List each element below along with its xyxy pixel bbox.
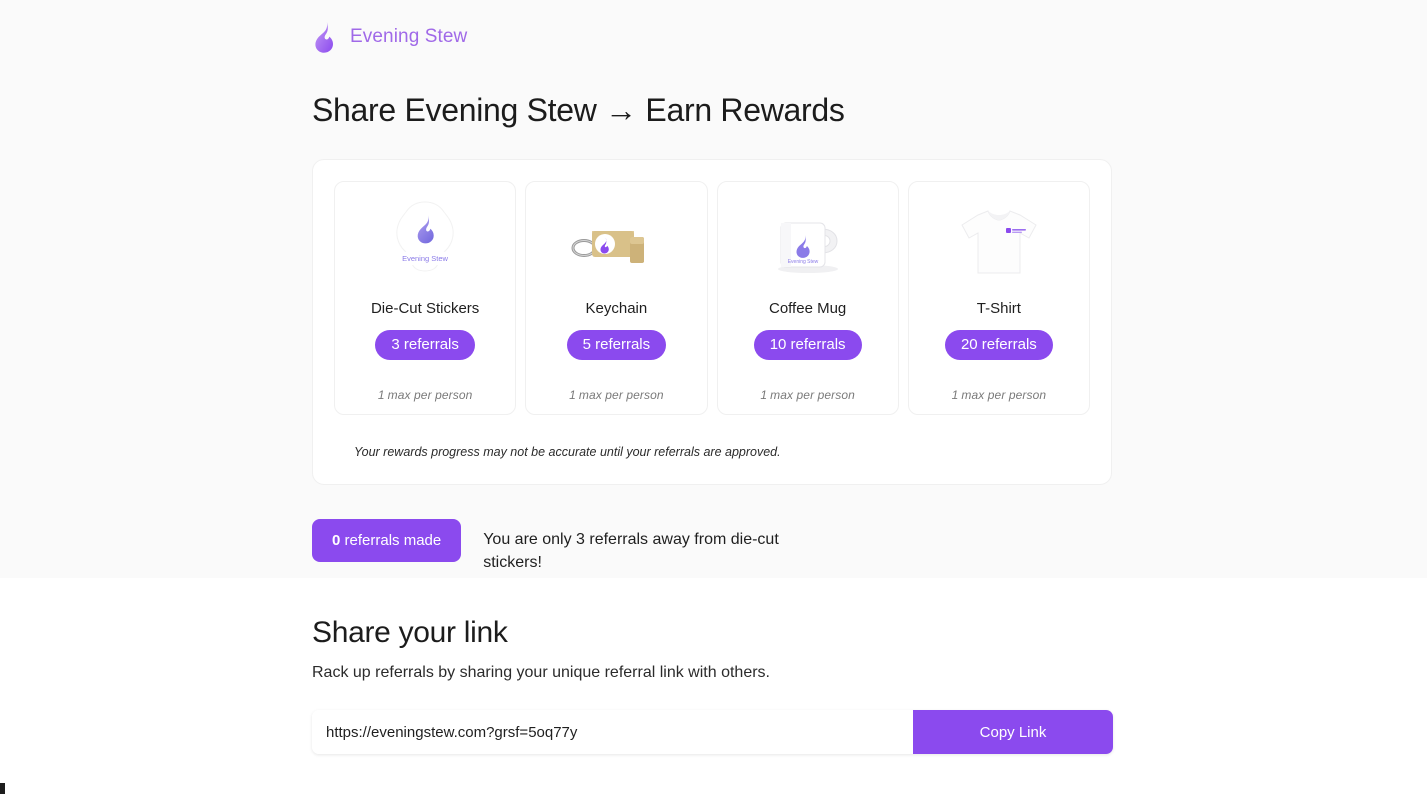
t-shirt-image	[917, 198, 1081, 286]
reward-badge: 5 referrals	[566, 330, 667, 360]
reward-title: Keychain	[585, 300, 648, 317]
referral-progress-row: 0 referrals made You are only 3 referral…	[312, 519, 1112, 574]
reward-title: T-Shirt	[976, 300, 1021, 317]
rewards-disclaimer: Your rewards progress may not be accurat…	[354, 445, 781, 459]
keychain-image	[534, 198, 698, 286]
reward-max-label: max per person	[387, 388, 473, 402]
reward-badge: 10 referrals	[753, 330, 862, 360]
reward-max-label: max per person	[578, 388, 664, 402]
svg-text:Evening Stew: Evening Stew	[787, 259, 818, 265]
reward-max-label: max per person	[770, 388, 855, 402]
reward-max-label: max per person	[961, 388, 1047, 402]
reward-max-count: 1	[569, 388, 576, 402]
reward-max-count: 1	[951, 388, 959, 402]
referral-progress-message: You are only 3 referrals away from die-c…	[483, 531, 779, 572]
share-link-section: Share your link Rack up referrals by sha…	[0, 578, 1427, 754]
copy-link-button[interactable]: Copy Link	[913, 710, 1113, 754]
corner-artifact	[0, 783, 5, 794]
brand-name: Evening Stew	[350, 26, 468, 47]
brand-header: Evening Stew	[312, 14, 1112, 60]
reward-max-count: 1	[760, 388, 768, 402]
reward-max-count: 1	[377, 388, 385, 402]
reward-max-per-person: 1 max per person	[569, 388, 664, 402]
die-cut-sticker-image: Evening Stew	[343, 198, 507, 286]
referrals-made-count: 0	[332, 532, 341, 549]
reward-card-keychain[interactable]: Keychain 5 referrals 1 max per person	[525, 181, 708, 415]
referrals-made-label: referrals made	[344, 532, 442, 549]
rewards-panel: Evening Stew Die-Cut Stickers 3 referral…	[312, 159, 1112, 485]
reward-max-per-person: 1 max per person	[378, 388, 473, 402]
reward-max-per-person: 1 max per person	[760, 388, 855, 402]
share-section-title: Share your link	[312, 616, 508, 649]
reward-badge: 3 referrals	[375, 330, 475, 360]
referrals-made-badge: 0 referrals made	[312, 519, 462, 562]
svg-text:Evening Stew: Evening Stew	[402, 254, 448, 263]
reward-badge: 20 referrals	[944, 330, 1053, 360]
coffee-mug-image: Evening Stew	[726, 198, 890, 286]
reward-card-coffee-mug[interactable]: Evening Stew Coffee Mug 10 referrals 1 ma…	[716, 181, 899, 415]
rewards-section: Evening Stew Share Evening Stew → Earn R…	[0, 0, 1427, 578]
reward-card-die-cut-stickers[interactable]: Evening Stew Die-Cut Stickers 3 referral…	[334, 181, 517, 415]
reward-title: Coffee Mug	[768, 300, 847, 317]
reward-title: Die-Cut Stickers	[370, 300, 480, 317]
reward-max-per-person: 1 max per person	[952, 388, 1047, 402]
referral-link-row: Copy Link	[312, 710, 1113, 754]
page-title: Share Evening Stew → Earn Rewards	[312, 92, 845, 128]
flame-icon	[312, 21, 338, 53]
reward-card-t-shirt[interactable]: T-Shirt 20 referrals 1 max per person	[907, 181, 1090, 415]
referral-link-input[interactable]	[312, 710, 913, 754]
share-section-subtitle: Rack up referrals by sharing your unique…	[312, 664, 770, 681]
reward-card-row: Evening Stew Die-Cut Stickers 3 referral…	[334, 181, 1090, 415]
